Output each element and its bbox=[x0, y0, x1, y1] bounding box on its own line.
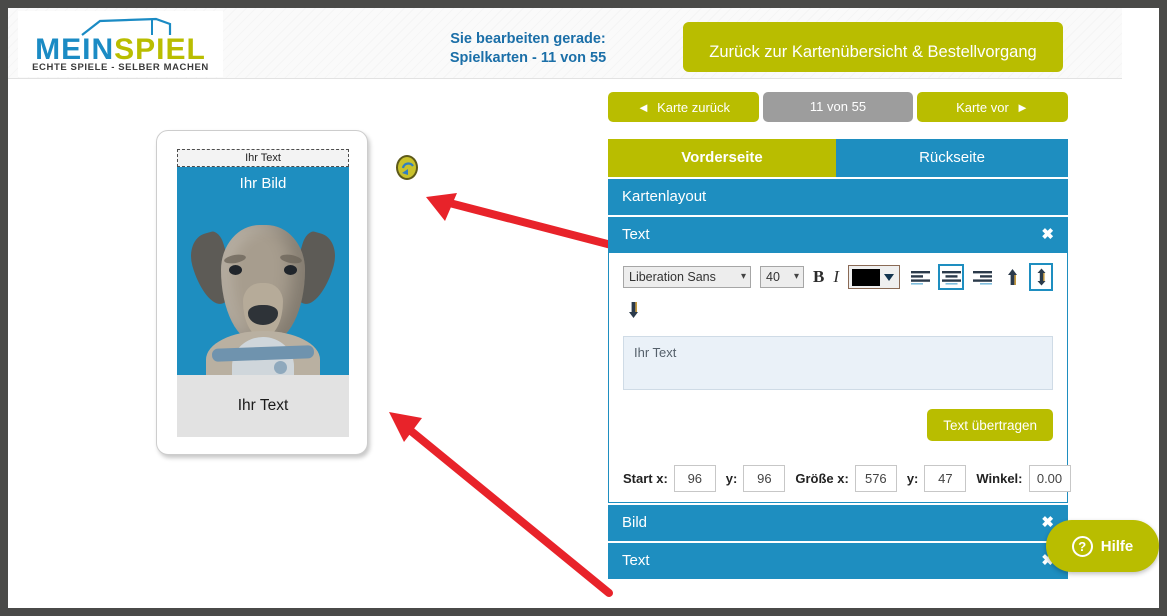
align-right-icon[interactable] bbox=[971, 266, 993, 288]
section-header-text-1[interactable]: Text ✖ bbox=[608, 217, 1068, 253]
section-label-text-2: Text bbox=[622, 552, 650, 569]
rotate-icon[interactable] bbox=[396, 155, 418, 180]
angle-label: Winkel: bbox=[976, 471, 1023, 486]
section-header-kartenlayout[interactable]: Kartenlayout bbox=[608, 179, 1068, 215]
prev-card-label: Karte zurück bbox=[657, 99, 731, 115]
font-size-select[interactable]: 40 bbox=[760, 266, 804, 288]
card-top-text-element[interactable]: Ihr Text bbox=[177, 149, 349, 167]
chevron-right-icon: ► bbox=[1016, 99, 1029, 115]
logo-tagline: ECHTE SPIELE - SELBER MACHEN bbox=[32, 62, 209, 73]
card-pager: ◄ Karte zurück 11 von 55 Karte vor ► bbox=[608, 92, 1068, 122]
card-bottom-text: Ihr Text bbox=[237, 397, 289, 414]
text-toolbar: Liberation Sans 40 B I bbox=[623, 263, 1054, 322]
chevron-down-icon bbox=[884, 273, 895, 281]
edit-info: Sie bearbeiten gerade: Spielkarten - 11 … bbox=[388, 30, 668, 68]
align-bottom-icon[interactable] bbox=[623, 298, 643, 322]
start-x-label: Start x: bbox=[623, 471, 668, 486]
side-tabs: Vorderseite Rückseite bbox=[608, 139, 1068, 177]
arrow-to-card-bottom-text bbox=[389, 412, 613, 597]
text-color-picker[interactable] bbox=[848, 265, 901, 289]
card-counter: 11 von 55 bbox=[763, 92, 913, 122]
section-header-text-2[interactable]: Text ✖ bbox=[608, 543, 1068, 579]
next-card-button[interactable]: Karte vor ► bbox=[917, 92, 1068, 122]
size-x-input[interactable] bbox=[854, 465, 897, 492]
section-label-kartenlayout: Kartenlayout bbox=[622, 188, 707, 205]
logo[interactable]: MEINSPIEL ECHTE SPIELE - SELBER MACHEN bbox=[18, 11, 223, 77]
rotate-arrow-glyph bbox=[401, 162, 414, 175]
text-input-textarea[interactable] bbox=[623, 336, 1053, 390]
tab-vorderseite[interactable]: Vorderseite bbox=[608, 139, 836, 177]
prev-card-button[interactable]: ◄ Karte zurück bbox=[608, 92, 759, 122]
card-bottom-text-element[interactable]: Ihr Text bbox=[177, 375, 349, 437]
card-image-element[interactable]: Ihr Bild bbox=[177, 167, 349, 375]
font-family-select[interactable]: Liberation Sans bbox=[623, 266, 751, 288]
section-label-text-1: Text bbox=[622, 226, 650, 243]
help-button[interactable]: ? Hilfe bbox=[1046, 520, 1159, 572]
size-y-label: y: bbox=[906, 471, 919, 486]
question-circle-icon: ? bbox=[1071, 535, 1093, 557]
size-x-label: Größe x: bbox=[795, 471, 849, 486]
align-middle-icon[interactable] bbox=[1029, 263, 1054, 291]
edit-info-line1: Sie bearbeiten gerade: bbox=[450, 31, 606, 47]
section-header-bild[interactable]: Bild ✖ bbox=[608, 505, 1068, 541]
chevron-left-icon: ◄ bbox=[636, 99, 650, 115]
edit-info-line2: Spielkarten - 11 von 55 bbox=[449, 50, 607, 66]
align-center-icon[interactable] bbox=[938, 264, 965, 290]
angle-input[interactable] bbox=[1028, 465, 1071, 492]
color-swatch bbox=[852, 268, 881, 286]
align-top-icon[interactable] bbox=[1002, 265, 1022, 289]
page-header: MEINSPIEL ECHTE SPIELE - SELBER MACHEN S… bbox=[8, 8, 1122, 79]
back-to-overview-button[interactable]: Zurück zur Kartenübersicht & Bestellvorg… bbox=[683, 22, 1063, 72]
bold-button[interactable]: B bbox=[813, 267, 824, 287]
card-preview[interactable]: Ihr Text Ihr Bild Ihr Text bbox=[156, 130, 368, 455]
app-page: MEINSPIEL ECHTE SPIELE - SELBER MACHEN S… bbox=[8, 8, 1159, 608]
next-card-label: Karte vor bbox=[956, 99, 1009, 115]
card-image-label: Ihr Bild bbox=[239, 175, 287, 192]
arrow-to-card-image bbox=[426, 193, 623, 251]
close-icon[interactable]: ✖ bbox=[1041, 217, 1054, 253]
section-label-bild: Bild bbox=[622, 514, 648, 531]
align-left-icon[interactable] bbox=[909, 266, 931, 288]
size-y-input[interactable] bbox=[924, 465, 967, 492]
dog-photo bbox=[184, 213, 342, 375]
transfer-row: Text übertragen bbox=[623, 409, 1053, 441]
text-section-body: Liberation Sans 40 B I bbox=[608, 253, 1071, 503]
italic-button[interactable]: I bbox=[833, 267, 839, 287]
editor-panel: Vorderseite Rückseite Kartenlayout Text … bbox=[608, 139, 1071, 579]
start-y-label: y: bbox=[725, 471, 738, 486]
help-label: Hilfe bbox=[1100, 537, 1134, 555]
logo-wordmark: MEINSPIEL bbox=[26, 35, 216, 65]
coordinates-row: Start x: y: Größe x: y: Winkel: bbox=[623, 465, 1071, 492]
tab-rueckseite[interactable]: Rückseite bbox=[836, 139, 1068, 177]
transfer-text-button[interactable]: Text übertragen bbox=[927, 409, 1053, 441]
start-y-input[interactable] bbox=[743, 465, 786, 492]
start-x-input[interactable] bbox=[673, 465, 716, 492]
